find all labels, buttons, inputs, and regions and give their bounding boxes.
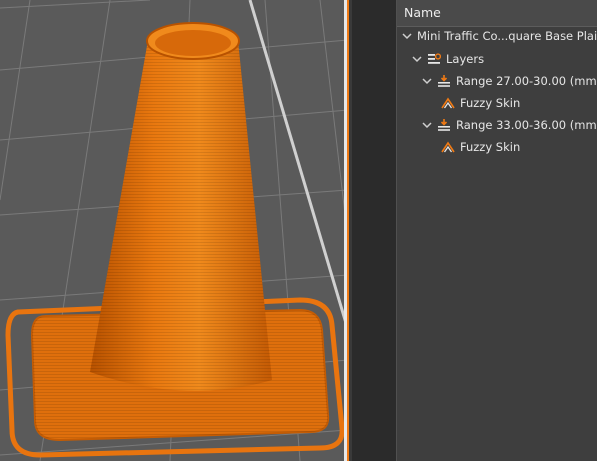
fuzzy-skin-icon bbox=[441, 97, 455, 109]
print-preview-canvas[interactable] bbox=[0, 0, 348, 461]
tree-row-object[interactable]: Mini Traffic Co...quare Base Plain bbox=[401, 25, 597, 47]
range-2-label: Range 33.00-36.00 (mm) bbox=[456, 118, 597, 132]
app-window: Name Mini Traffic Co...quare Base Plain … bbox=[0, 0, 597, 461]
range-1-label: Range 27.00-30.00 (mm) bbox=[456, 74, 597, 88]
layers-label: Layers bbox=[446, 52, 485, 66]
tree-row-layers[interactable]: Layers bbox=[411, 48, 484, 70]
tree-row-range-2[interactable]: Range 33.00-36.00 (mm) bbox=[421, 114, 597, 136]
tree-row-fuzzy-skin-2[interactable]: Fuzzy Skin bbox=[441, 136, 520, 158]
tree-row-fuzzy-skin-1[interactable]: Fuzzy Skin bbox=[441, 92, 520, 114]
sidebar-rail bbox=[352, 0, 396, 461]
layer-range-icon bbox=[438, 75, 450, 87]
chevron-down-icon[interactable] bbox=[411, 53, 423, 65]
fuzzy-skin-2-label: Fuzzy Skin bbox=[460, 140, 521, 154]
tree-row-range-1[interactable]: Range 27.00-30.00 (mm) bbox=[421, 70, 597, 92]
object-list-tree: Name Mini Traffic Co...quare Base Plain … bbox=[396, 0, 597, 461]
fuzzy-skin-icon bbox=[441, 141, 455, 153]
chevron-down-icon[interactable] bbox=[421, 119, 433, 131]
layers-icon bbox=[428, 53, 441, 64]
fuzzy-skin-1-label: Fuzzy Skin bbox=[460, 96, 521, 110]
3d-viewport[interactable] bbox=[0, 0, 348, 461]
layer-range-icon bbox=[438, 119, 450, 131]
accent-divider bbox=[347, 0, 349, 461]
column-header-name[interactable]: Name bbox=[397, 0, 597, 27]
viewport-splitter[interactable] bbox=[344, 0, 352, 461]
object-name: Mini Traffic Co...quare Base Plain bbox=[417, 29, 597, 43]
chevron-down-icon[interactable] bbox=[421, 75, 433, 87]
chevron-down-icon[interactable] bbox=[401, 30, 413, 42]
